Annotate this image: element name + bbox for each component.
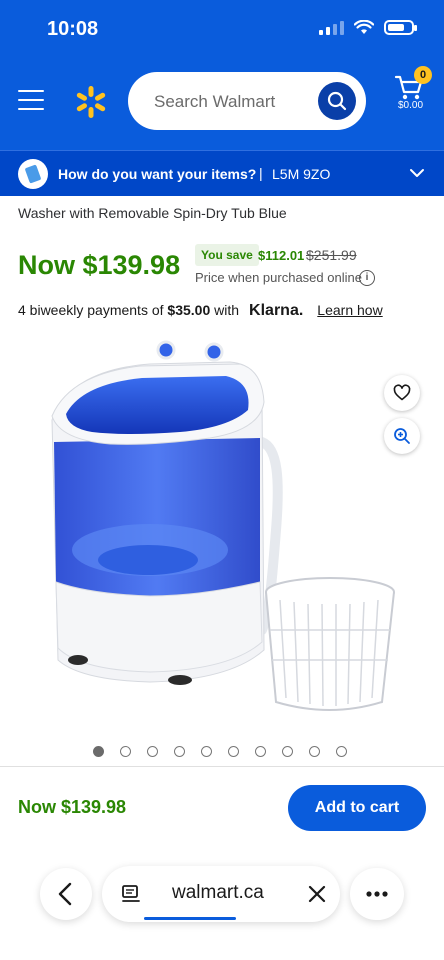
pagination-dot[interactable] [147, 746, 158, 757]
klarna-prefix: 4 biweekly payments of [18, 302, 164, 318]
page-load-progress [144, 917, 236, 920]
current-price: Now $139.98 [18, 250, 181, 280]
reader-icon[interactable] [120, 883, 142, 905]
cart-count-badge: 0 [414, 66, 432, 84]
klarna-amount: $35.00 [167, 302, 211, 318]
divider [0, 766, 444, 767]
klarna-logo: Klarna. [249, 302, 304, 319]
pagination-dot[interactable] [120, 746, 131, 757]
menu-button[interactable] [18, 90, 44, 110]
back-icon [58, 882, 72, 906]
browser-more-button[interactable] [350, 868, 404, 920]
status-time: 10:08 [47, 18, 99, 40]
sticky-price: Now $139.98 [18, 797, 127, 817]
add-to-cart-button[interactable]: Add to cart [288, 785, 426, 831]
delivery-question: How do you want your items? [58, 166, 257, 182]
product-image[interactable] [30, 330, 410, 730]
product-title: Washer with Removable Spin-Dry Tub Blue [18, 205, 287, 221]
search-icon [327, 91, 347, 111]
close-icon[interactable] [307, 884, 327, 904]
pagination-dot[interactable] [336, 746, 347, 757]
zoom-button[interactable] [384, 418, 420, 454]
zoom-in-icon [394, 428, 410, 444]
pagination-dot[interactable] [282, 746, 293, 757]
pagination-dot[interactable] [201, 746, 212, 757]
pagination-dot[interactable] [255, 746, 266, 757]
pagination-dot[interactable] [93, 746, 104, 757]
pagination-dot[interactable] [228, 746, 239, 757]
cell-signal-icon [319, 20, 344, 35]
price-note: Price when purchased online [195, 270, 362, 285]
delivery-selector[interactable]: How do you want your items? | L5M 9ZO [0, 150, 444, 196]
delivery-separator: | [259, 165, 263, 181]
image-pagination [93, 746, 347, 757]
menu-icon [18, 90, 44, 92]
pagination-dot[interactable] [309, 746, 320, 757]
more-icon [366, 891, 388, 897]
heart-icon [393, 384, 411, 401]
klarna-payment-row: 4 biweekly payments of $35.00 with Klarn… [18, 302, 383, 320]
battery-icon [384, 20, 417, 35]
status-icons [319, 20, 417, 35]
postal-code: L5M 9ZO [272, 166, 331, 182]
browser-address-bar[interactable]: walmart.ca [102, 866, 340, 922]
walmart-spark-icon[interactable] [74, 85, 108, 119]
search-input[interactable]: Search Walmart [128, 72, 366, 130]
browser-back-button[interactable] [40, 868, 92, 920]
wifi-icon [354, 20, 374, 34]
klarna-with: with [214, 302, 240, 318]
cart-total: $0.00 [398, 100, 424, 111]
favorite-button[interactable] [384, 375, 420, 411]
learn-how-link[interactable]: Learn how [317, 302, 382, 318]
chevron-down-icon [410, 169, 424, 177]
browser-url-text: walmart.ca [172, 882, 264, 903]
delivery-icon [18, 159, 48, 189]
info-icon[interactable]: i [359, 270, 375, 286]
pagination-dot[interactable] [174, 746, 185, 757]
search-button[interactable] [318, 82, 356, 120]
search-placeholder: Search Walmart [154, 92, 276, 111]
app-header: 10:08 Search Walmart 0 $0.00 [0, 0, 444, 150]
save-amount: $112.01 [258, 248, 305, 263]
you-save-badge: You save [195, 244, 259, 266]
was-price: $251.99 [306, 247, 357, 263]
